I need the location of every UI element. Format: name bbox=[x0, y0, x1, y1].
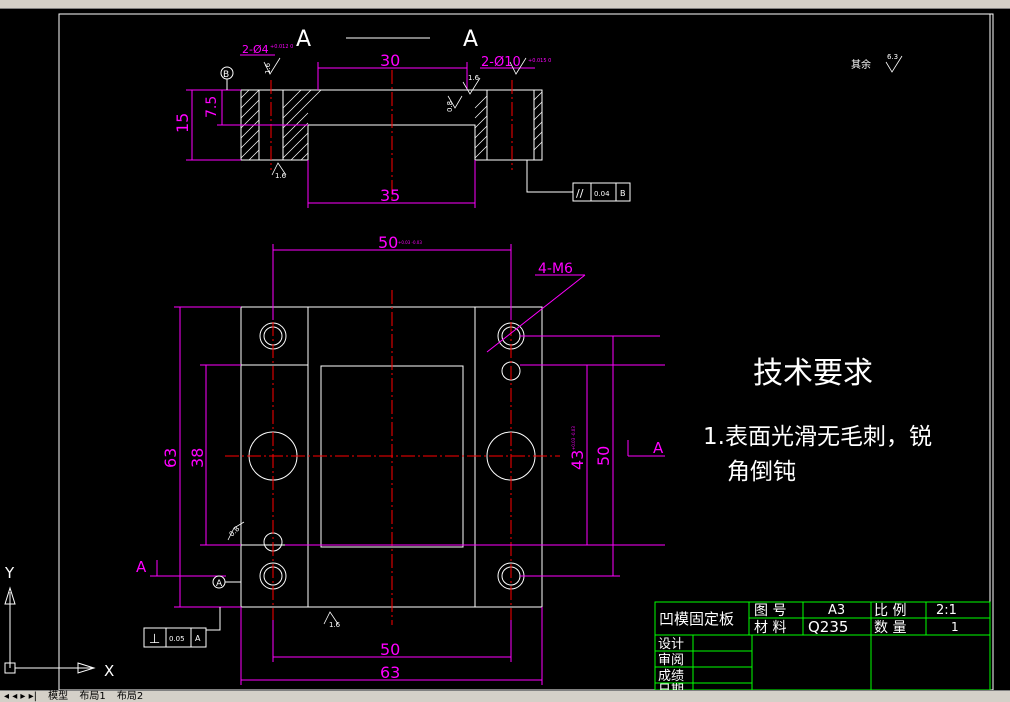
title-block: 凹模固定板 图 号 A3 比 例 2:1 材 料 Q235 数 量 1 设计 审… bbox=[654, 601, 991, 690]
hole-right-note: 2-Ø10 bbox=[481, 55, 521, 70]
rough-bottom: 1.6 bbox=[275, 172, 287, 180]
datum-b: B bbox=[223, 70, 229, 80]
tech-req-line1: 1.表面光滑无毛刺，锐 bbox=[703, 424, 932, 450]
fcf-symbol: // bbox=[576, 187, 584, 200]
qty-label: 数 量 bbox=[874, 620, 906, 636]
plan-fcf-value: 0.05 bbox=[169, 635, 185, 643]
hole-right-tol: +0.015 0 bbox=[528, 58, 551, 64]
surface-note-value: 6.3 bbox=[887, 53, 898, 61]
section-label-left: A bbox=[296, 27, 311, 52]
plan-dim-bottom-outer: 63 bbox=[380, 663, 400, 682]
material-label: 材 料 bbox=[754, 620, 786, 636]
part-name: 凹模固定板 bbox=[659, 610, 734, 628]
tech-req-line2: 角倒钝 bbox=[727, 459, 796, 485]
hole-left-tol: +0.012 0 bbox=[270, 44, 293, 50]
plan-dim-right-inner: 43 bbox=[568, 450, 587, 470]
scale-value: 2:1 bbox=[936, 603, 957, 618]
dim-height-step: 7.5 bbox=[204, 96, 220, 118]
review-label: 审阅 bbox=[658, 653, 684, 668]
tab-layout2[interactable]: 布局2 bbox=[113, 691, 147, 702]
material-value: Q235 bbox=[808, 618, 848, 636]
datum-a: A bbox=[216, 579, 223, 589]
plan-dim-right-outer: 50 bbox=[594, 446, 613, 466]
plan-fcf-symbol: ⊥ bbox=[149, 632, 160, 647]
layout-tabbar: ◂ ◂ ▸ ▸| 模型 布局1 布局2 bbox=[0, 690, 1010, 702]
rough-left: 1.6 bbox=[264, 62, 272, 74]
design-label: 设计 bbox=[658, 637, 684, 652]
plan-view: 50 +0.03 -0.03 4-M6 63 38 43 +0.03 -0.03… bbox=[136, 233, 665, 685]
surface-note-label: 其余 bbox=[851, 58, 871, 71]
plan-dim-top: 50 bbox=[378, 233, 398, 252]
section-mark-right: A bbox=[653, 439, 664, 457]
ucs-y-label: Y bbox=[4, 564, 15, 582]
ucs-x-label: X bbox=[104, 662, 114, 680]
plan-dim-left-outer: 63 bbox=[161, 448, 180, 468]
section-view: A A 30 35 15 7.5 2-Ø4 +0.012 0 2-Ø10 +0.… bbox=[173, 27, 631, 208]
rough-mid: 0.8 bbox=[446, 101, 454, 112]
drawing-canvas[interactable]: A A 30 35 15 7.5 2-Ø4 +0.012 0 2-Ø10 +0.… bbox=[0, 0, 1010, 690]
plan-dim-bottom-inner: 50 bbox=[380, 640, 400, 659]
plan-dim-left-inner: 38 bbox=[188, 448, 207, 468]
dim-height-total: 15 bbox=[173, 113, 192, 133]
drawing-no-value: A3 bbox=[828, 603, 845, 618]
section-label-right: A bbox=[463, 27, 478, 52]
plan-dim-right-tol: +0.03 -0.03 bbox=[571, 426, 576, 450]
tab-nav-arrows[interactable]: ◂ ◂ ▸ ▸| bbox=[0, 691, 41, 702]
tab-model[interactable]: 模型 bbox=[44, 691, 72, 702]
dim-top-width: 30 bbox=[380, 51, 400, 70]
plan-dim-top-tol: +0.03 -0.03 bbox=[398, 240, 422, 245]
tab-layout1[interactable]: 布局1 bbox=[75, 691, 109, 702]
qty-value: 1 bbox=[951, 620, 959, 634]
plan-fcf-datum: A bbox=[195, 634, 201, 643]
date-label: 日期 bbox=[658, 683, 684, 690]
rough-right: 1.6 bbox=[468, 74, 480, 82]
ucs-icon bbox=[4, 586, 96, 674]
tech-req-title: 技术要求 bbox=[753, 356, 873, 391]
hole-left-note: 2-Ø4 bbox=[242, 43, 269, 56]
thread-note: 4-M6 bbox=[538, 261, 573, 277]
drawing-border-outer bbox=[58, 13, 994, 690]
dim-bottom-width: 35 bbox=[380, 186, 400, 205]
fcf-datum: B bbox=[620, 189, 626, 198]
grade-label: 成绩 bbox=[658, 669, 684, 684]
rough-plan-bottom: 1.6 bbox=[329, 621, 341, 629]
fcf-value: 0.04 bbox=[594, 190, 610, 198]
section-mark-left: A bbox=[136, 558, 147, 576]
drawing-no-label: 图 号 bbox=[754, 603, 786, 619]
scale-label: 比 例 bbox=[874, 603, 906, 619]
